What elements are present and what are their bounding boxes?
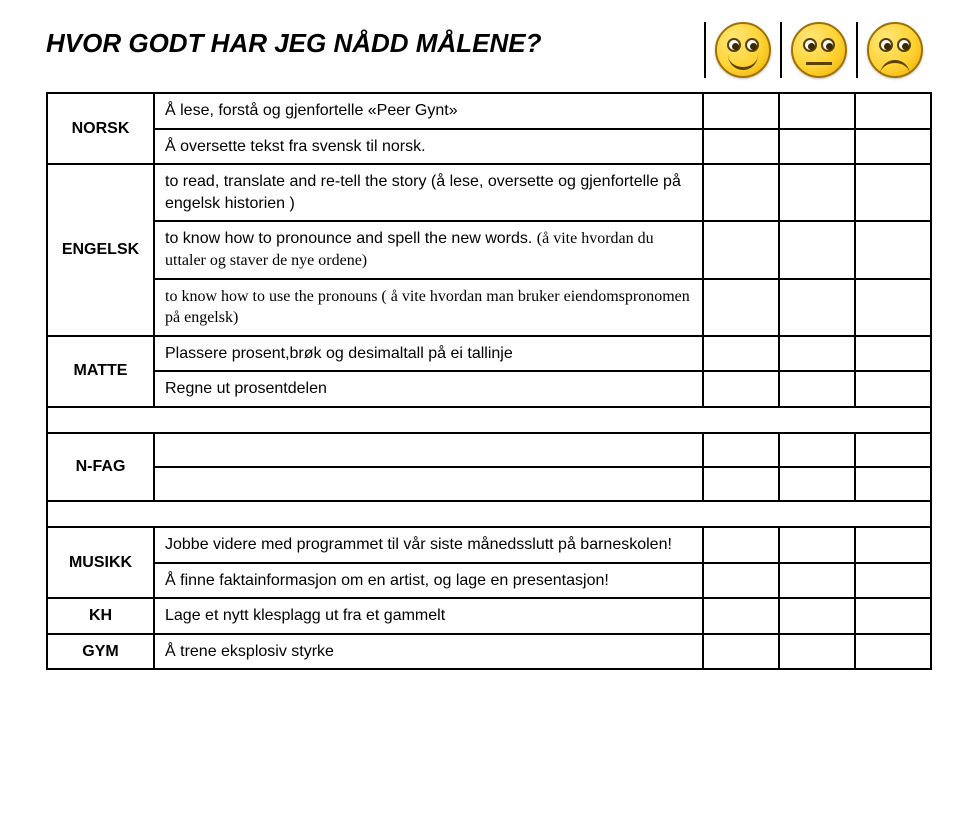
rating-cell-happy[interactable] [703,279,779,336]
goal-text: Å trene eksplosiv styrke [154,634,703,670]
rating-cell-happy[interactable] [703,129,779,165]
goal-text: Å finne faktainformasjon om en artist, o… [154,563,703,599]
rating-cell-neutral[interactable] [779,598,855,634]
rating-cell-neutral[interactable] [779,563,855,599]
table-row: Å oversette tekst fra svensk til norsk. [47,129,931,165]
goal-text-empty [154,433,703,467]
goal-text-sub: to know how to use the pronouns ( å vite… [165,288,690,327]
rating-cell-neutral[interactable] [779,129,855,165]
table-row: to know how to use the pronouns ( å vite… [47,279,931,336]
table-row: ENGELSK to read, translate and re-tell t… [47,164,931,221]
goal-text: Jobbe videre med programmet til vår sist… [154,527,703,563]
subject-musikk: MUSIKK [47,527,154,598]
rating-cell-sad[interactable] [855,467,931,501]
rating-faces [704,22,932,78]
subject-norsk: NORSK [47,93,154,164]
rating-cell-neutral[interactable] [779,467,855,501]
goal-text-empty [154,467,703,501]
table-row: to know how to pronounce and spell the n… [47,221,931,278]
rating-cell-sad[interactable] [855,279,931,336]
subject-kh: KH [47,598,154,634]
rating-cell-sad[interactable] [855,527,931,563]
rating-cell-happy[interactable] [703,93,779,129]
goal-text: Lage et nytt klesplagg ut fra et gammelt [154,598,703,634]
table-row: Å finne faktainformasjon om en artist, o… [47,563,931,599]
rating-cell-happy[interactable] [703,164,779,221]
goal-text: Regne ut prosentdelen [154,371,703,407]
rating-cell-neutral[interactable] [779,371,855,407]
goal-text: Plassere prosent,brøk og desimaltall på … [154,336,703,372]
rating-cell-happy[interactable] [703,467,779,501]
rating-cell-sad[interactable] [855,634,931,670]
table-row: N-FAG [47,433,931,467]
rating-cell-happy[interactable] [703,598,779,634]
rating-col-happy [704,22,780,78]
subject-nfag: N-FAG [47,433,154,501]
rating-cell-neutral[interactable] [779,93,855,129]
rating-cell-sad[interactable] [855,93,931,129]
rating-cell-happy[interactable] [703,527,779,563]
rating-cell-happy[interactable] [703,221,779,278]
table-row: NORSK Å lese, forstå og gjenfortelle «Pe… [47,93,931,129]
table-row: MUSIKK Jobbe videre med programmet til v… [47,527,931,563]
rating-cell-happy[interactable] [703,371,779,407]
rating-cell-happy[interactable] [703,634,779,670]
rating-cell-sad[interactable] [855,563,931,599]
rating-cell-sad[interactable] [855,129,931,165]
subject-gym: GYM [47,634,154,670]
rating-cell-happy[interactable] [703,563,779,599]
rating-cell-neutral[interactable] [779,336,855,372]
goal-text: to know how to pronounce and spell the n… [154,221,703,278]
goal-text: Å oversette tekst fra svensk til norsk. [154,129,703,165]
subject-matte: MATTE [47,336,154,407]
rating-cell-neutral[interactable] [779,279,855,336]
rating-cell-sad[interactable] [855,598,931,634]
face-neutral-icon [791,22,847,78]
rating-cell-neutral[interactable] [779,527,855,563]
rating-cell-sad[interactable] [855,371,931,407]
table-gap [47,407,931,433]
header-row: HVOR GODT HAR JEG NÅDD MÅLENE? [46,22,932,78]
rating-cell-neutral[interactable] [779,221,855,278]
rating-cell-neutral[interactable] [779,433,855,467]
table-gap [47,501,931,527]
self-assessment-table: NORSK Å lese, forstå og gjenfortelle «Pe… [46,92,932,670]
page-title: HVOR GODT HAR JEG NÅDD MÅLENE? [46,22,597,59]
table-row: Regne ut prosentdelen [47,371,931,407]
rating-cell-happy[interactable] [703,336,779,372]
goal-text: to read, translate and re-tell the story… [154,164,703,221]
goal-text: to know how to use the pronouns ( å vite… [154,279,703,336]
rating-col-neutral [780,22,856,78]
rating-cell-sad[interactable] [855,221,931,278]
rating-cell-sad[interactable] [855,336,931,372]
rating-cell-neutral[interactable] [779,164,855,221]
goal-text-main: to know how to pronounce and spell the n… [165,230,537,247]
table-row [47,467,931,501]
subject-engelsk: ENGELSK [47,164,154,336]
face-sad-icon [867,22,923,78]
table-row: KH Lage et nytt klesplagg ut fra et gamm… [47,598,931,634]
rating-cell-neutral[interactable] [779,634,855,670]
rating-col-sad [856,22,932,78]
rating-cell-sad[interactable] [855,164,931,221]
table-row: GYM Å trene eksplosiv styrke [47,634,931,670]
goal-text: Å lese, forstå og gjenfortelle «Peer Gyn… [154,93,703,129]
face-happy-icon [715,22,771,78]
rating-cell-sad[interactable] [855,433,931,467]
rating-cell-happy[interactable] [703,433,779,467]
table-row: MATTE Plassere prosent,brøk og desimalta… [47,336,931,372]
